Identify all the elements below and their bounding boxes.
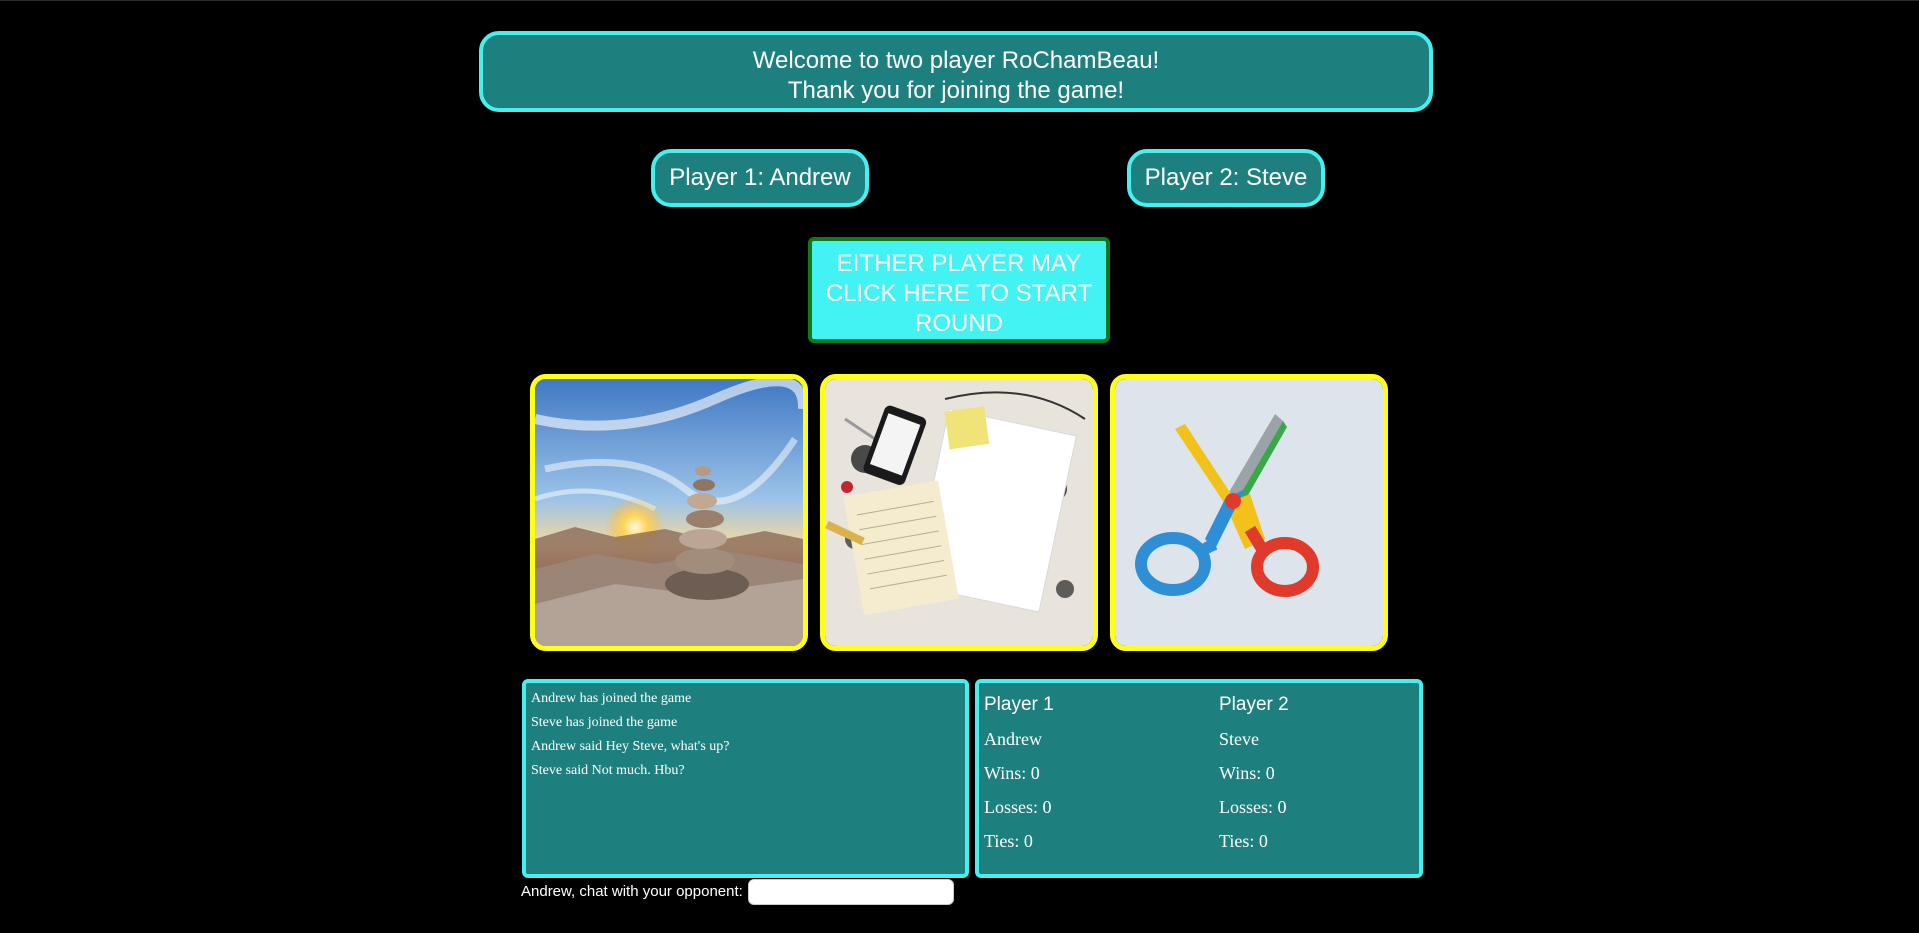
player-1-losses: Losses: 0 xyxy=(984,797,1052,817)
chat-message: Steve said Not much. Hbu? xyxy=(531,763,685,778)
scissors-choice-button[interactable] xyxy=(1110,374,1388,651)
rock-cairn-image xyxy=(535,379,803,646)
chat-message: Andrew said Hey Steve, what's up? xyxy=(531,739,730,754)
player-1-name: Andrew xyxy=(984,729,1042,749)
top-divider xyxy=(0,0,1919,1)
player-2-stats-heading: Player 2 xyxy=(1219,694,1289,715)
chat-message: Andrew has joined the game xyxy=(531,691,692,706)
player-1-stats: Player 1 Andrew Wins: 0 Losses: 0 Ties: … xyxy=(984,688,1184,858)
player-1-stats-heading: Player 1 xyxy=(984,694,1054,715)
chat-input-label: Andrew, chat with your opponent: xyxy=(521,883,743,900)
paper-choice-button[interactable] xyxy=(820,374,1098,651)
player-2-name: Steve xyxy=(1219,729,1259,749)
player-2-wins: Wins: 0 xyxy=(1219,763,1275,783)
player-2-losses: Losses: 0 xyxy=(1219,797,1287,817)
chat-input[interactable] xyxy=(748,879,954,905)
player-2-stats: Player 2 Steve Wins: 0 Losses: 0 Ties: 0 xyxy=(1219,688,1419,858)
player-2-badge: Player 2: Steve xyxy=(1127,149,1325,207)
welcome-banner: Welcome to two player RoChamBeau! Thank … xyxy=(479,31,1433,112)
player-2-ties: Ties: 0 xyxy=(1219,831,1268,851)
chat-message: Steve has joined the game xyxy=(531,715,678,730)
scissors-image xyxy=(1115,379,1383,646)
start-round-button[interactable]: EITHER PLAYER MAY CLICK HERE TO START RO… xyxy=(808,237,1110,343)
welcome-line-2: Thank you for joining the game! xyxy=(787,77,1125,104)
player-1-badge: Player 1: Andrew xyxy=(651,149,869,207)
scoreboard: Player 1 Andrew Wins: 0 Losses: 0 Ties: … xyxy=(975,679,1423,878)
player-1-wins: Wins: 0 xyxy=(984,763,1040,783)
player-1-ties: Ties: 0 xyxy=(984,831,1033,851)
rock-choice-button[interactable] xyxy=(530,374,808,651)
paper-sheets-image xyxy=(825,379,1093,646)
welcome-line-1: Welcome to two player RoChamBeau! xyxy=(752,47,1160,74)
chat-log: Andrew has joined the game Steve has joi… xyxy=(522,679,969,878)
